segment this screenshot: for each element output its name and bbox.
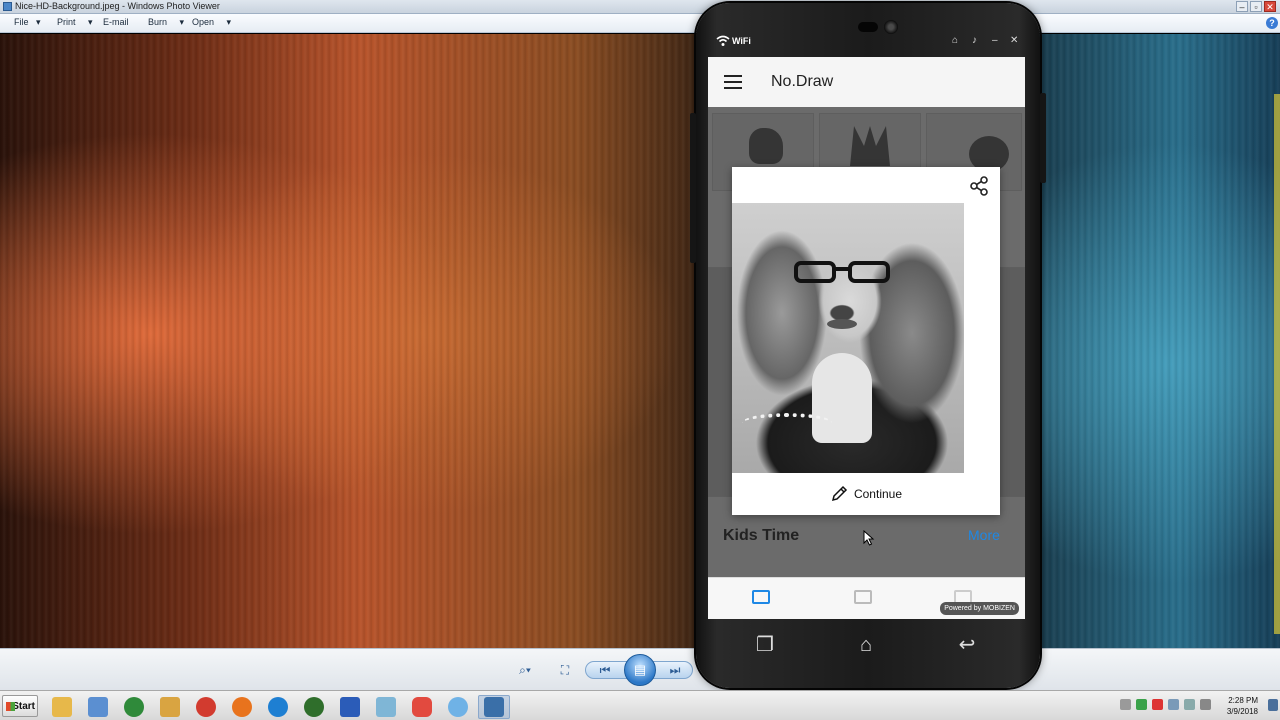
actual-size-icon[interactable]: ⛶ bbox=[556, 661, 574, 679]
mobizen-icon[interactable] bbox=[406, 695, 438, 719]
maximize-button[interactable]: ▫ bbox=[1250, 1, 1262, 12]
circle-app-icon[interactable] bbox=[442, 695, 474, 719]
menu-open[interactable]: Open ▾ bbox=[192, 17, 231, 28]
viewer-toolbar: ⌕▾ ⛶ ⏮ ▤ ⏭ bbox=[0, 648, 1280, 690]
image-view bbox=[0, 34, 1280, 648]
tray-network-icon[interactable] bbox=[1136, 699, 1147, 710]
bell-icon: ♪ bbox=[972, 35, 977, 46]
minimize-icon[interactable]: – bbox=[992, 35, 998, 46]
more-link[interactable]: More bbox=[968, 527, 1000, 543]
preview-dialog: Continue bbox=[732, 167, 1000, 515]
paint-icon[interactable] bbox=[154, 695, 186, 719]
folder-icon[interactable] bbox=[46, 695, 78, 719]
ie-icon[interactable] bbox=[262, 695, 294, 719]
hamburger-menu-icon[interactable] bbox=[724, 75, 742, 89]
paper-icon[interactable] bbox=[370, 695, 402, 719]
previous-icon[interactable]: ⏮ bbox=[596, 661, 614, 679]
system-tray: 2:28 PM 3/9/2018 bbox=[1114, 693, 1280, 719]
minimize-button[interactable]: – bbox=[1236, 1, 1248, 12]
pencil-icon bbox=[831, 485, 848, 502]
firefox-icon[interactable] bbox=[226, 695, 258, 719]
phone-status-bar: WiFi ⌂ ♪ – ✕ bbox=[708, 31, 1028, 55]
glasses-shape bbox=[794, 261, 890, 283]
phone-power-button bbox=[1040, 93, 1046, 183]
zoom-icon[interactable]: ⌕▾ bbox=[514, 661, 536, 679]
menu-print[interactable]: Print ▾ bbox=[57, 17, 93, 28]
phone-volume-button bbox=[690, 113, 696, 263]
tray-settings-icon[interactable] bbox=[1120, 699, 1131, 710]
clock-time[interactable]: 2:28 PM bbox=[1228, 696, 1258, 705]
gallery-icon[interactable] bbox=[854, 590, 872, 604]
photo-viewer-icon bbox=[3, 2, 12, 11]
show-desktop-icon[interactable] bbox=[1268, 699, 1278, 711]
menu-email[interactable]: E-mail bbox=[103, 17, 129, 27]
mobizen-badge: Powered by MOBIZEN bbox=[940, 602, 1019, 615]
slideshow-button[interactable]: ▤ bbox=[624, 654, 656, 686]
chrome-icon[interactable] bbox=[118, 695, 150, 719]
taskbar: Start 2:28 PM 3/9/2018 bbox=[0, 690, 1280, 720]
next-icon[interactable]: ⏭ bbox=[666, 661, 684, 679]
photo-viewer-icon[interactable] bbox=[478, 695, 510, 719]
tray-antivirus-icon[interactable] bbox=[1152, 699, 1163, 710]
close-button[interactable]: ✕ bbox=[1264, 1, 1276, 12]
image-edge-strip bbox=[1274, 94, 1280, 634]
home-icon[interactable]: ⌂ bbox=[851, 633, 881, 657]
tray-volume-icon[interactable] bbox=[1200, 699, 1211, 710]
book-icon[interactable] bbox=[752, 590, 770, 604]
back-icon[interactable]: ↩ bbox=[952, 633, 982, 657]
notepad-icon[interactable] bbox=[82, 695, 114, 719]
redball-icon[interactable] bbox=[190, 695, 222, 719]
tray-action-icon[interactable] bbox=[1168, 699, 1179, 710]
window-title: Nice-HD-Background.jpeg - Windows Photo … bbox=[15, 1, 220, 11]
clock-date[interactable]: 3/9/2018 bbox=[1227, 707, 1258, 716]
lips-shape bbox=[827, 319, 857, 329]
menu-bar: File ▾ Print ▾ E-mail Burn ▾ Open ▾ ? bbox=[0, 14, 1280, 33]
continue-button[interactable]: Continue bbox=[732, 479, 1000, 509]
wifi-icon bbox=[716, 35, 730, 50]
pixel-portrait-image bbox=[732, 203, 964, 473]
necklace-shape bbox=[742, 413, 832, 433]
phone-nav-keys: ❐ ⌂ ↩ bbox=[708, 621, 1028, 671]
bottom-navigation: Powered by MOBIZEN bbox=[708, 577, 1025, 619]
share-icon[interactable] bbox=[968, 175, 990, 197]
windows-flag-icon bbox=[6, 702, 15, 711]
tray-device-icon[interactable] bbox=[1184, 699, 1195, 710]
app-bar: No.Draw bbox=[708, 57, 1025, 107]
menu-file[interactable]: File ▾ bbox=[14, 17, 41, 28]
wifi-label: WiFi bbox=[732, 36, 751, 46]
mouse-cursor-icon bbox=[863, 530, 875, 546]
menu-burn[interactable]: Burn ▾ bbox=[148, 17, 184, 28]
window-titlebar: Nice-HD-Background.jpeg - Windows Photo … bbox=[0, 0, 1280, 14]
help-icon[interactable]: ? bbox=[1266, 17, 1278, 29]
app-title: No.Draw bbox=[771, 73, 834, 90]
start-label: Start bbox=[12, 701, 35, 712]
xbox-icon[interactable] bbox=[298, 695, 330, 719]
close-icon[interactable]: ✕ bbox=[1010, 35, 1018, 46]
window-controls: – ▫ ✕ bbox=[1236, 1, 1276, 12]
recent-apps-icon[interactable]: ❐ bbox=[750, 633, 780, 657]
section-title: Kids Time bbox=[723, 527, 800, 544]
phone-frame: WiFi ⌂ ♪ – ✕ No.Draw Kids Time More Powe… bbox=[690, 3, 1046, 688]
continue-label: Continue bbox=[853, 487, 903, 501]
android-icon: ⌂ bbox=[952, 35, 959, 46]
word-icon[interactable] bbox=[334, 695, 366, 719]
start-button[interactable]: Start bbox=[2, 695, 38, 717]
